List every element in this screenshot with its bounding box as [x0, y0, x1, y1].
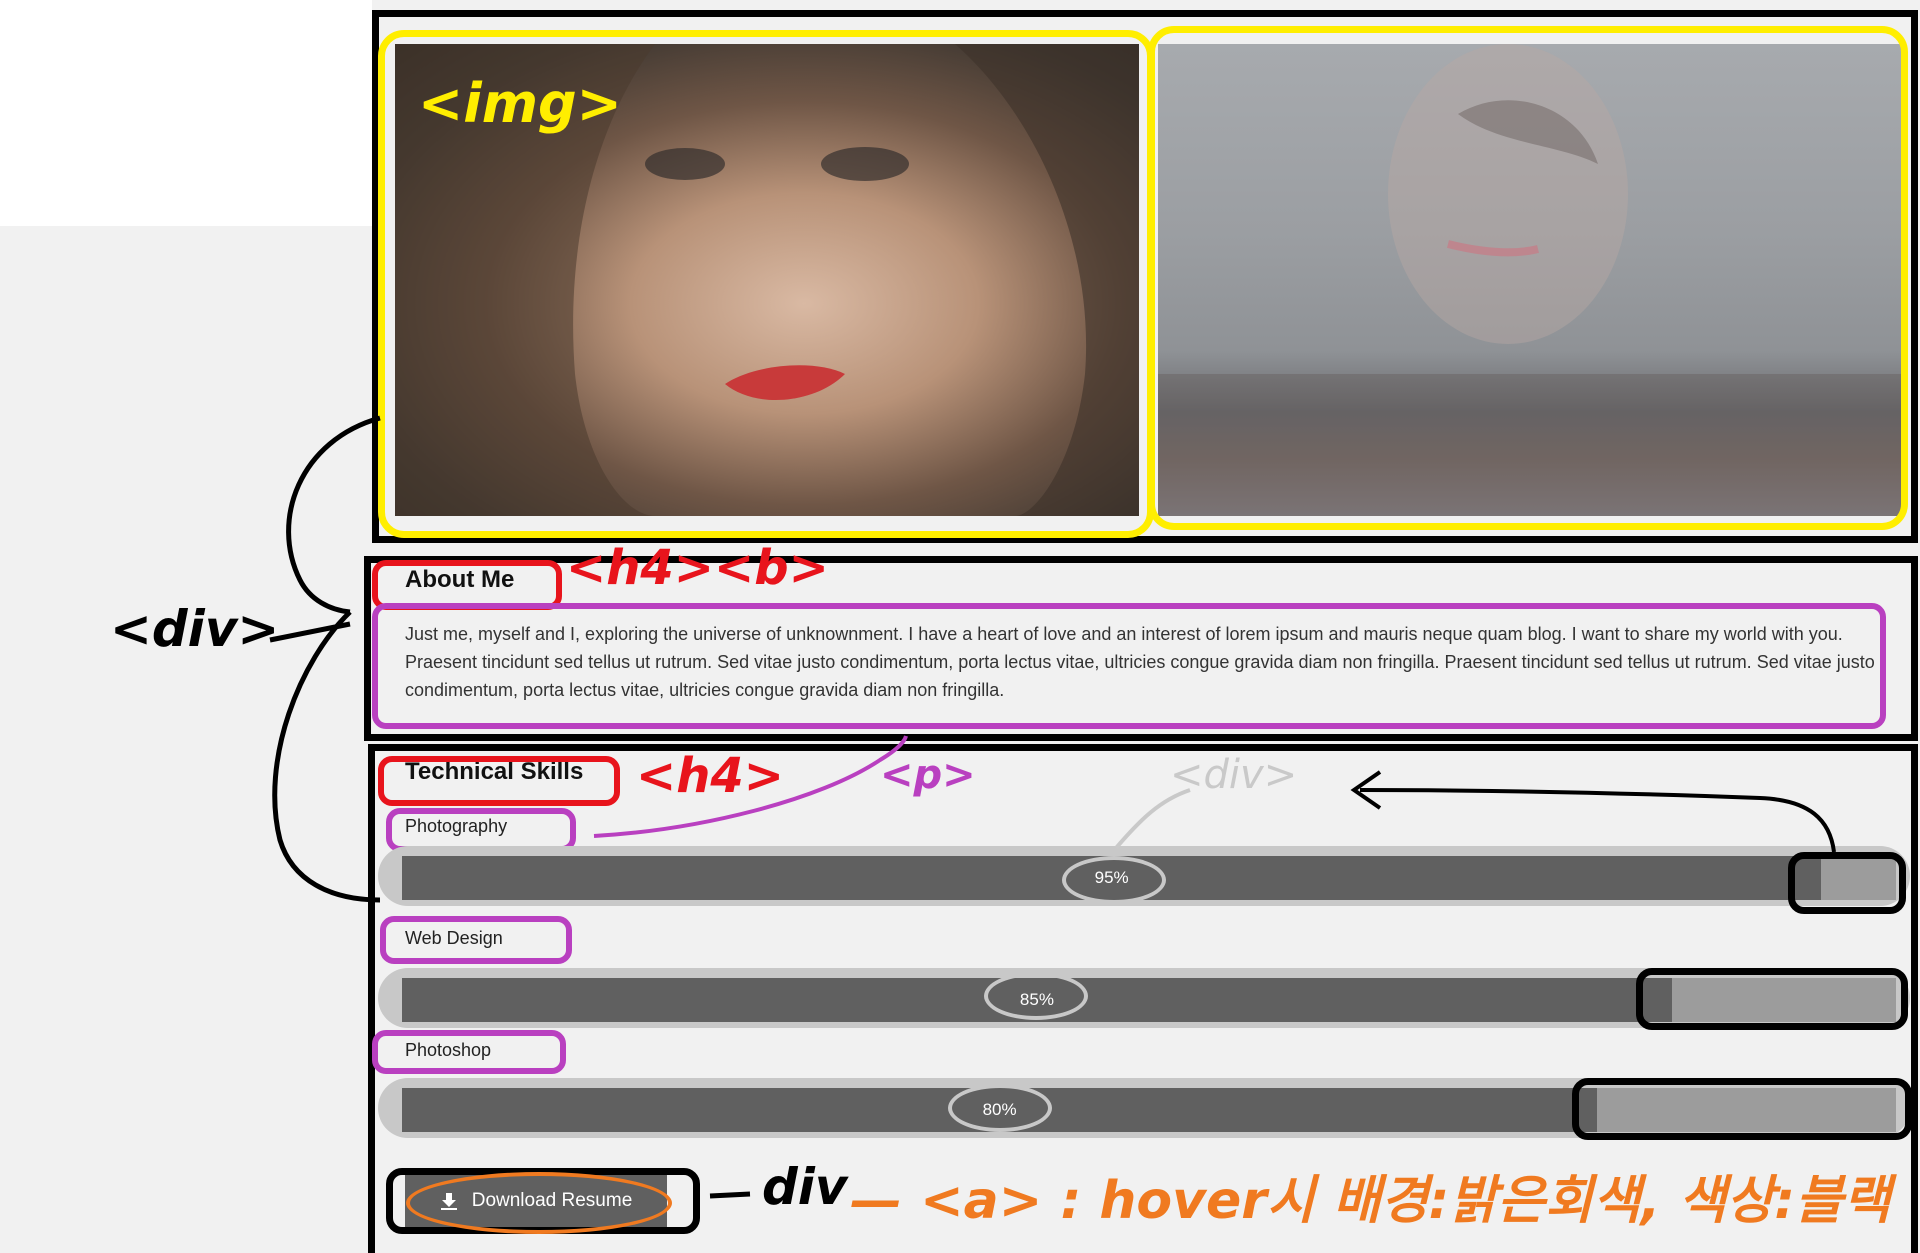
button-link-highlight — [406, 1172, 672, 1234]
annotation-hover-note: — <a> : hover시 배경:밝은회색, 색상:블랙 — [850, 1171, 1891, 1231]
white-background-corner — [0, 0, 372, 226]
annotation-div-left: <div> — [110, 600, 280, 658]
annotation-div-button: div — [762, 1158, 848, 1216]
annotation-h4b: <h4><b> — [566, 540, 829, 596]
remainder-highlight-3 — [1572, 1078, 1912, 1140]
remainder-highlight-1 — [1788, 852, 1906, 914]
annotation-p: <p> — [880, 752, 976, 798]
percent-highlight-1 — [1062, 856, 1166, 904]
skills-heading-highlight — [378, 756, 620, 806]
remainder-highlight-2 — [1636, 968, 1908, 1030]
skill-label-highlight-3 — [372, 1030, 566, 1074]
percent-highlight-2 — [984, 972, 1088, 1020]
skill-label-highlight-2 — [380, 916, 572, 964]
percent-highlight-3 — [948, 1084, 1052, 1132]
annotation-div-grey: <div> — [1170, 752, 1298, 798]
about-paragraph-highlight — [372, 603, 1886, 729]
annotation-img: <img> — [418, 72, 622, 135]
annotation-h4: <h4> — [636, 748, 785, 804]
img-highlight-right — [1148, 26, 1908, 530]
